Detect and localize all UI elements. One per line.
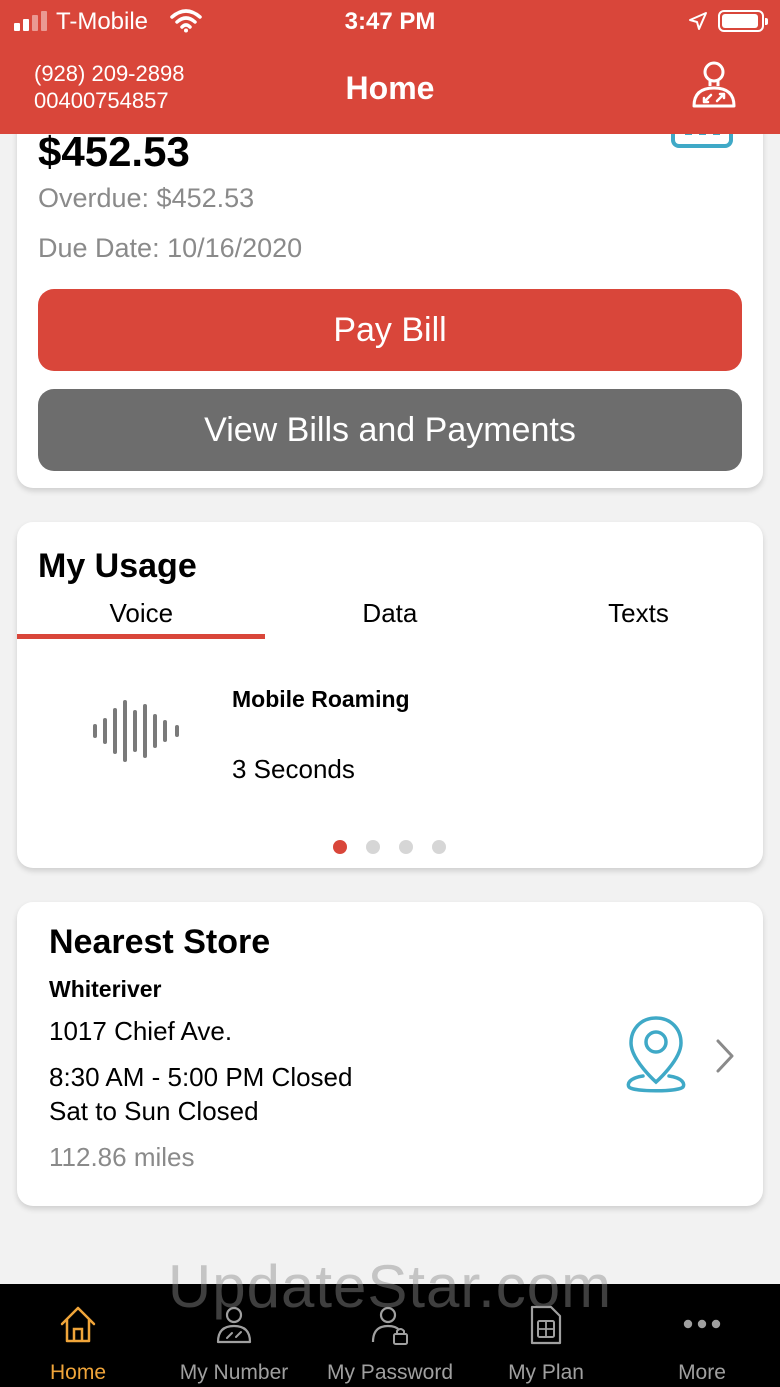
store-name: Whiteriver: [49, 976, 162, 1002]
page-dot[interactable]: [333, 840, 347, 854]
usage-type: Mobile Roaming: [232, 686, 410, 712]
location-pin-icon: [626, 1016, 686, 1093]
nearest-store-card[interactable]: Nearest Store Whiteriver 1017 Chief Ave.…: [17, 902, 763, 1206]
bill-card: $452.53 Overdue: $452.53 Due Date: 10/16…: [17, 80, 763, 488]
nav-label: My Plan: [508, 1361, 584, 1384]
app-header: T-Mobile 3:47 PM (928) 209-2898 00400754…: [0, 0, 780, 134]
voice-wave-icon: [93, 700, 179, 762]
due-date: Due Date: 10/16/2020: [38, 233, 303, 263]
store-distance: 112.86 miles: [49, 1142, 195, 1172]
status-time: 3:47 PM: [344, 8, 436, 35]
active-tab-indicator: [17, 634, 265, 639]
nav-label: More: [678, 1361, 726, 1384]
view-bills-button[interactable]: View Bills and Payments: [38, 389, 742, 471]
tab-texts[interactable]: Texts: [514, 598, 763, 640]
page-title: Home: [345, 70, 435, 106]
tab-data[interactable]: Data: [266, 598, 515, 640]
nav-label: My Password: [326, 1361, 454, 1384]
store-hours: 8:30 AM - 5:00 PM Closed: [49, 1062, 353, 1092]
status-bar: T-Mobile 3:47 PM: [0, 0, 780, 44]
usage-title: My Usage: [38, 547, 197, 585]
watermark: UpdateStar.com: [167, 1253, 613, 1320]
page-indicator: [333, 840, 446, 854]
usage-card: My Usage Voice Data Texts Mobile Roaming…: [17, 522, 763, 868]
page-dot[interactable]: [432, 840, 446, 854]
battery-icon: [718, 10, 768, 32]
store-title: Nearest Store: [49, 923, 271, 961]
profile-icon[interactable]: [688, 58, 740, 112]
pay-bill-button[interactable]: Pay Bill: [38, 289, 742, 371]
bill-amount: $452.53: [38, 128, 190, 175]
page-dot[interactable]: [399, 840, 413, 854]
chevron-right-icon[interactable]: [715, 1038, 735, 1074]
nav-label: My Number: [179, 1361, 289, 1384]
nav-label: Home: [49, 1361, 107, 1384]
store-address: 1017 Chief Ave.: [49, 1016, 233, 1046]
page-dot[interactable]: [366, 840, 380, 854]
store-weekend-hours: Sat to Sun Closed: [49, 1096, 259, 1126]
location-arrow-icon: [689, 12, 707, 30]
overdue-amount: Overdue: $452.53: [38, 183, 255, 213]
usage-value: 3 Seconds: [232, 754, 355, 784]
